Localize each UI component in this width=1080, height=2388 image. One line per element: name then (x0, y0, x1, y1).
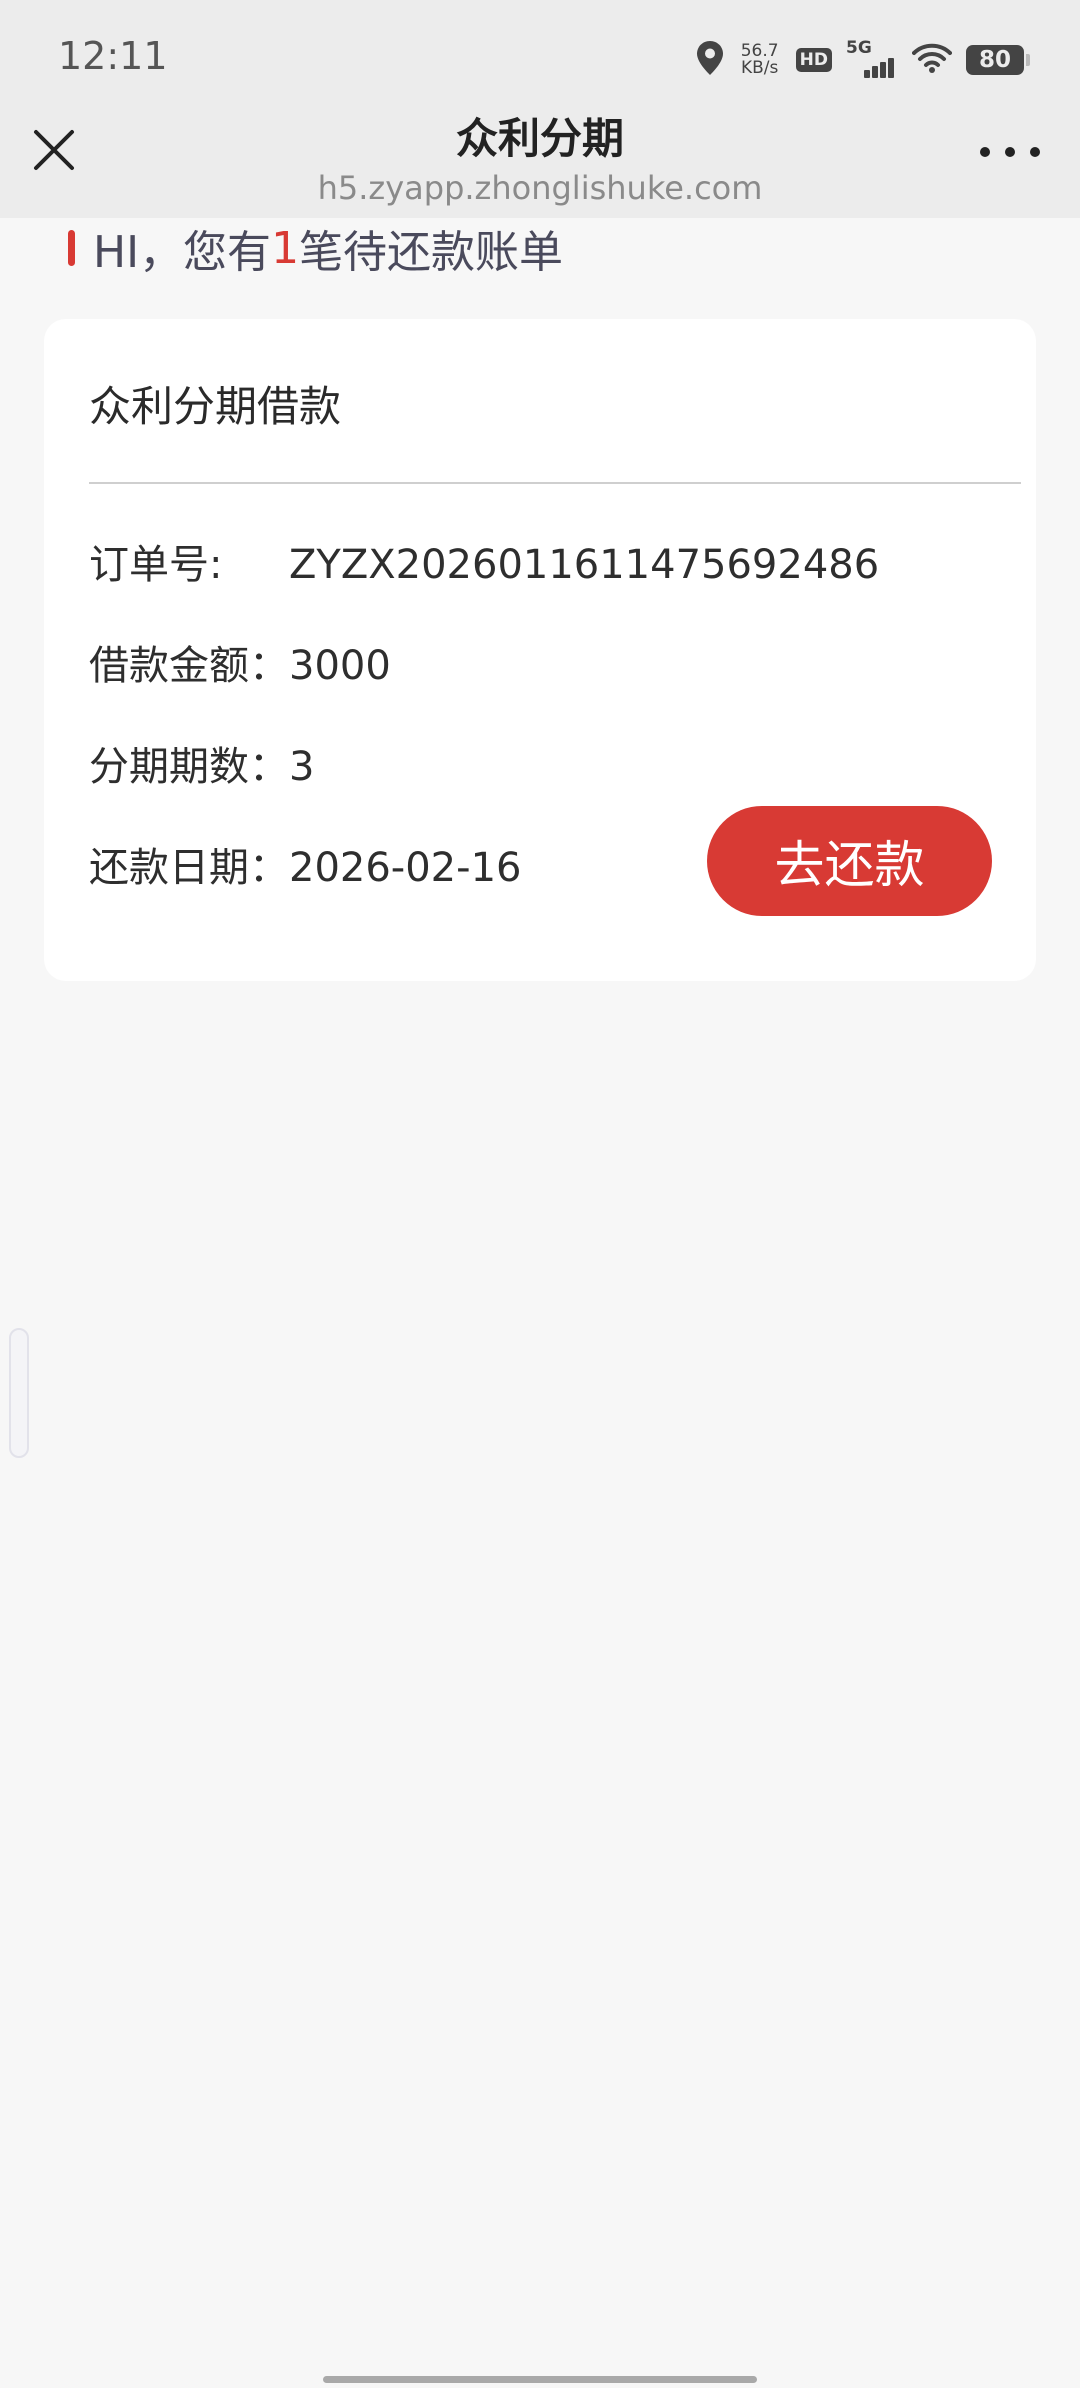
order-no-label: 订单号: (89, 542, 223, 588)
loan-card: 众利分期借款 订单号: ZYZX2026011611475692486 借款金额：… (44, 319, 1036, 981)
more-dot (980, 147, 990, 157)
status-time: 12:11 (58, 34, 168, 78)
installments-label: 分期期数： (89, 744, 289, 790)
order-no-value: ZYZX2026011611475692486 (289, 542, 880, 588)
edge-handle[interactable] (9, 1328, 29, 1458)
greeting: HI，您有 1 笔待还款账单 (68, 222, 563, 278)
greeting-prefix: HI，您有 (93, 227, 272, 278)
installments-value: 3 (289, 744, 315, 790)
more-dot (1030, 147, 1040, 157)
due-date-row: 还款日期：2026-02-16 (89, 844, 521, 892)
greeting-marker (68, 230, 75, 266)
wifi-icon (912, 42, 952, 78)
card-divider (89, 482, 1021, 484)
repay-button[interactable]: 去还款 (707, 806, 992, 916)
pending-bill-count: 1 (271, 222, 300, 274)
net-speed: 56.7 KB/s (738, 43, 782, 77)
hd-badge: HD (795, 48, 832, 72)
signal-icon: 5G (846, 38, 898, 78)
greeting-suffix: 笔待还款账单 (299, 227, 564, 278)
close-icon[interactable] (30, 126, 78, 174)
more-dot (1005, 147, 1015, 157)
amount-row: 借款金额：3000 (89, 642, 391, 690)
location-icon (696, 40, 724, 80)
page-title: 众利分期 (455, 114, 624, 163)
status-bar: 12:11 56.7 KB/s HD 5G 80 (0, 0, 1080, 118)
installments-row: 分期期数：3 (89, 743, 314, 791)
more-icon[interactable] (980, 138, 1040, 166)
top-area: 12:11 56.7 KB/s HD 5G 80 众利分期 h5.zyapp.z… (0, 0, 1080, 218)
page-url: h5.zyapp.zhonglishuke.com (317, 169, 763, 207)
loan-card-title: 众利分期借款 (89, 382, 342, 431)
status-icons: 56.7 KB/s HD 5G 80 (696, 34, 1030, 86)
due-date-label: 还款日期： (89, 845, 289, 891)
battery-level: 80 (978, 47, 1011, 73)
amount-label: 借款金额： (89, 643, 289, 689)
home-indicator[interactable] (323, 2376, 757, 2383)
nav-header: 众利分期 h5.zyapp.zhonglishuke.com (0, 118, 1080, 218)
due-date-value: 2026-02-16 (289, 845, 522, 891)
order-no-row: 订单号: ZYZX2026011611475692486 (89, 541, 879, 589)
battery-icon: 80 (966, 45, 1030, 75)
network-type-label: 5G (846, 38, 872, 58)
net-speed-unit: KB/s (740, 58, 779, 78)
amount-value: 3000 (289, 643, 391, 689)
